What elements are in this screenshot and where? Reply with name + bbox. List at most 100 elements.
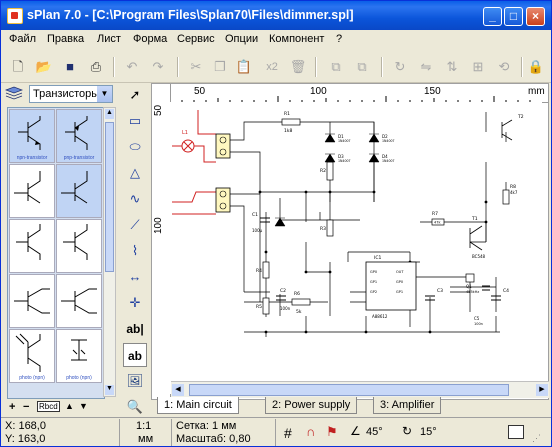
canvas-horizontal-scrollbar[interactable]: ◀ ▶: [171, 381, 549, 398]
remove-library-button[interactable]: −: [23, 401, 29, 413]
resize-grip-icon[interactable]: ⋰: [532, 433, 541, 444]
lock-icon[interactable]: 🔒: [527, 58, 545, 76]
angle-snap-value[interactable]: 45°: [366, 426, 383, 438]
undo-icon[interactable]: ↶: [123, 58, 141, 76]
maximize-button[interactable]: □: [504, 7, 523, 26]
component-pnp-transistor[interactable]: pnp-transistor: [56, 109, 102, 163]
ic1-pin-label: OUT: [396, 270, 404, 274]
dimension-tool-icon[interactable]: ↔: [123, 265, 147, 289]
menu-shape[interactable]: Форма: [133, 33, 167, 45]
r8-value: 4k7: [510, 190, 518, 195]
library-scroll-thumb[interactable]: [105, 122, 114, 272]
polygon-tool-icon[interactable]: △: [123, 161, 147, 185]
save-disk-icon[interactable]: ■: [61, 58, 79, 76]
redo-icon[interactable]: ↷: [149, 58, 167, 76]
align-icon[interactable]: ⊞: [469, 58, 487, 76]
scroll-up-icon[interactable]: ▲: [105, 109, 114, 119]
cursor-x: X: 168,0: [5, 420, 46, 432]
menu-edit[interactable]: Правка: [47, 33, 84, 45]
minimize-button[interactable]: _: [483, 7, 502, 26]
d4-value: 1N4007: [382, 159, 395, 163]
toolbar-separator: [381, 57, 383, 77]
menu-component[interactable]: Компонент: [269, 33, 324, 45]
r7-label: R7: [432, 211, 438, 217]
chevron-down-icon[interactable]: ▼: [97, 86, 112, 102]
grid-toggle-icon[interactable]: #: [284, 425, 292, 441]
component-photo-transistor-npn[interactable]: photo (npn): [9, 329, 55, 383]
new-file-icon[interactable]: 🗋: [9, 58, 27, 76]
scroll-right-icon[interactable]: ▶: [536, 384, 548, 396]
tab-power-supply[interactable]: 2: Power supply: [265, 397, 358, 414]
snap-controls: # ∩ ⚑ ∠ 45° ↻ 15° ⋰: [275, 419, 551, 446]
close-button[interactable]: ×: [526, 7, 545, 26]
cursor-coordinates: X: 168,0 Y: 163,0: [1, 419, 119, 446]
snap-marker-icon[interactable]: ⚑: [326, 424, 338, 440]
ruler-tick-label: 50: [153, 104, 164, 116]
component-transistor-6[interactable]: [56, 219, 102, 273]
rename-library-button[interactable]: Rbcd: [37, 401, 60, 412]
component-transistor-7[interactable]: [9, 274, 55, 328]
menu-help[interactable]: ?: [336, 33, 342, 45]
ic1-pin-label: GP0: [370, 270, 377, 274]
image-tool-icon[interactable]: 🖼: [123, 369, 147, 393]
text-tool-button[interactable]: ab|: [123, 317, 147, 341]
ic1-value: A88612: [372, 314, 388, 319]
paste-icon[interactable]: 📋: [235, 58, 253, 76]
component-transistor-5[interactable]: [9, 219, 55, 273]
scroll-left-icon[interactable]: ◀: [172, 384, 184, 396]
dimmer-schematic[interactable]: L1 R1 1k8 R2 R3 R4 R5 R6 5k R7 47k R8 4k…: [170, 102, 542, 394]
menu-options[interactable]: Опции: [225, 33, 258, 45]
menu-file[interactable]: Файл: [9, 33, 36, 45]
to-front-icon[interactable]: ⧉: [327, 58, 345, 76]
scroll-down-icon[interactable]: ▼: [105, 385, 114, 395]
magnet-icon[interactable]: ∩: [306, 424, 315, 439]
tab-main-circuit[interactable]: 1: Main circuit: [157, 397, 239, 414]
print-icon[interactable]: ⎙: [87, 58, 105, 76]
ic1-chip[interactable]: IC1 A88612 GP0 GP1 GP2 OUT GP0 GP1: [365, 255, 417, 319]
rotate-angle-icon[interactable]: ↻: [402, 424, 412, 438]
textbox-tool-button[interactable]: ab: [123, 343, 147, 367]
ruler-ticks: [170, 96, 531, 102]
zoom-level: Масштаб: 0,80: [176, 433, 251, 445]
ellipse-tool-icon[interactable]: ⬭: [123, 135, 147, 159]
polyline-tool-icon[interactable]: ⌇: [123, 239, 147, 263]
title-bar[interactable]: sPlan 7.0 - [C:\Program Files\Splan70\Fi…: [1, 1, 551, 30]
rotation-step-value[interactable]: 15°: [420, 426, 437, 438]
menu-sheet[interactable]: Лист: [97, 33, 121, 45]
angle-snap-icon[interactable]: ∠: [350, 424, 361, 438]
component-transistor-8[interactable]: [56, 274, 102, 328]
transistor-symbol-icon: [16, 224, 41, 260]
component-caption: pnp-transistor: [63, 155, 95, 161]
add-library-button[interactable]: +: [9, 401, 15, 413]
component-photo-transistor-npn-2[interactable]: photo (npn): [56, 329, 102, 383]
line-tool-icon[interactable]: ⟋: [123, 213, 147, 237]
copy-icon[interactable]: ❐: [211, 58, 229, 76]
page-view-icon[interactable]: [508, 425, 524, 439]
rotate-icon[interactable]: ↻: [391, 58, 409, 76]
tab-amplifier[interactable]: 3: Amplifier: [373, 397, 442, 414]
grid-zoom-info: Сетка: 1 мм Масштаб: 0,80: [171, 419, 275, 446]
component-transistor-4[interactable]: [56, 164, 102, 218]
menu-service[interactable]: Сервис: [177, 33, 215, 45]
drawing-canvas[interactable]: 50 100 150 mm 50 100 L1 R1 1k8 R2 R3 R4 …: [151, 83, 549, 400]
component-transistor-3[interactable]: [9, 164, 55, 218]
bezier-tool-icon[interactable]: ∿: [123, 187, 147, 211]
move-up-button[interactable]: ▲: [65, 401, 74, 411]
canvas-scroll-thumb[interactable]: [189, 384, 509, 396]
mirror-vertical-icon[interactable]: ⇅: [443, 58, 461, 76]
duplicate-x2-button[interactable]: x2: [263, 58, 281, 76]
component-npn-transistor[interactable]: npn-transistor: [9, 109, 55, 163]
open-folder-icon[interactable]: 📂: [35, 58, 53, 76]
junction-tool-icon[interactable]: ✛: [123, 291, 147, 315]
move-down-button[interactable]: ▼: [79, 401, 88, 411]
pointer-icon[interactable]: ➚: [123, 83, 147, 107]
rectangle-tool-icon[interactable]: ▭: [123, 109, 147, 133]
library-book-icon: [5, 86, 23, 100]
group-icon[interactable]: ⟲: [495, 58, 513, 76]
cut-icon[interactable]: ✂: [187, 58, 205, 76]
mirror-horizontal-icon[interactable]: ⇋: [417, 58, 435, 76]
to-back-icon[interactable]: ⧉: [353, 58, 371, 76]
library-category-select[interactable]: Транзисторы ▼: [29, 85, 113, 103]
delete-trash-icon[interactable]: 🗑: [289, 58, 307, 76]
library-scrollbar[interactable]: ▲ ▼: [103, 107, 116, 397]
